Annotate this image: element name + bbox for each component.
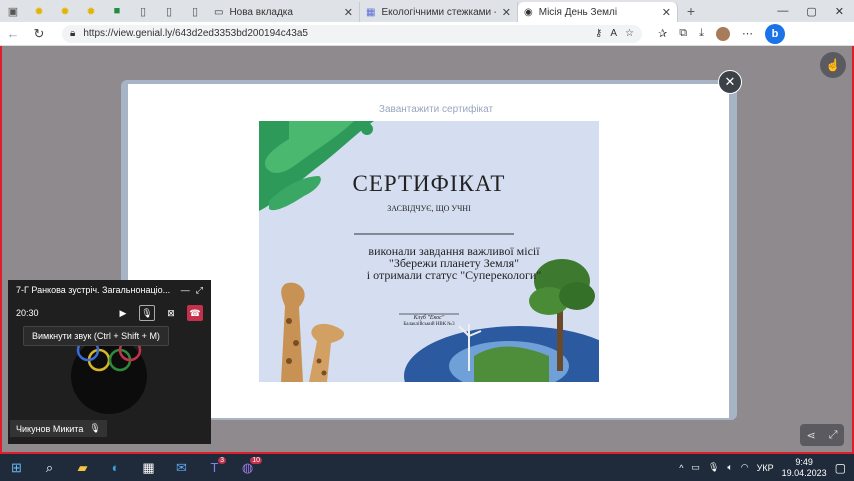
pinned-tab-doc-icon[interactable]: ▯	[130, 0, 156, 22]
taskbar: ⊞ ⌕ ▰ ◐ ▦ ✉ T3 ◍ 10 ^ ▭ 🎙︎ 🔈︎ ◠ УКР 9:49 …	[0, 454, 854, 481]
call-duration: 20:30	[16, 308, 39, 318]
file-explorer-icon[interactable]: ▰	[66, 454, 99, 481]
notifications-icon[interactable]: ▢	[835, 461, 846, 475]
close-window-icon[interactable]: ✕	[835, 5, 844, 18]
participant-name-tag: Чикунов Микита 🎙︎	[10, 420, 107, 437]
close-tab-icon[interactable]: ✕	[344, 6, 353, 19]
collections-icon[interactable]: ⧉	[679, 27, 687, 40]
back-icon[interactable]: ←	[0, 26, 26, 41]
window-menu-icon[interactable]: ▣	[0, 0, 26, 22]
viber-icon[interactable]: ◍ 10	[231, 454, 264, 481]
fullscreen-icon[interactable]: ⤢	[829, 429, 838, 442]
tab-bar: ▣ ✹ ✹ ✹ ■ ▯ ▯ ▯ ▭ Нова вкладка ✕ ▦ Еколо…	[0, 0, 854, 22]
certificate-line3: і отримали статус "Суперекологи"	[366, 268, 542, 282]
store-icon[interactable]: ▦	[132, 454, 165, 481]
favorite-icon[interactable]: ☆	[625, 28, 634, 39]
mail-icon[interactable]: ✉	[165, 454, 198, 481]
pinned-tab-classroom-icon[interactable]: ■	[104, 0, 130, 22]
certificate-modal: Завантажити сертифікат СЕРТИФІКАТ ЗАСВІД…	[128, 84, 729, 418]
lock-icon: 🔒︎	[70, 28, 76, 39]
tab-eco-quest[interactable]: ▦ Екологічними стежками - Квес ✕	[360, 2, 518, 22]
chevron-up-icon[interactable]: ^	[679, 463, 683, 473]
share-icon[interactable]: ⋖	[806, 429, 815, 442]
url-field[interactable]: 🔒︎ https://view.genial.ly/643d2ed3353bd2…	[62, 24, 642, 43]
hand-icon[interactable]: ☝	[820, 52, 846, 78]
certificate-club: Клуб "Екос"	[413, 315, 445, 321]
read-aloud-icon[interactable]: A	[610, 28, 617, 39]
minimize-icon[interactable]: —	[777, 5, 788, 18]
bing-icon[interactable]: b	[764, 23, 785, 44]
new-tab-plus-icon[interactable]: +	[678, 0, 704, 22]
download-certificate-link[interactable]: Завантажити сертифікат	[128, 104, 744, 115]
page-icon: ▭	[214, 6, 224, 18]
start-icon[interactable]: ⊞	[0, 454, 33, 481]
pinned-tab-sun-icon[interactable]: ✹	[52, 0, 78, 22]
search-icon[interactable]: ⌕	[33, 454, 66, 481]
mute-tooltip: Вимкнути звук (Ctrl + Shift + M)	[23, 326, 169, 346]
minimize-call-icon[interactable]: —	[181, 285, 190, 295]
downloads-icon[interactable]: ⤓	[699, 27, 704, 40]
pinned-tab-doc-icon[interactable]: ▯	[156, 0, 182, 22]
volume-icon[interactable]: 🔈︎	[727, 462, 732, 473]
certificate-subtitle: ЗАСВІДЧУЄ, ЩО УЧНІ	[387, 204, 471, 213]
clock[interactable]: 9:49 19.04.2023	[782, 457, 827, 479]
expand-call-icon[interactable]: ⤢	[196, 285, 203, 296]
language-indicator[interactable]: УКР	[757, 463, 774, 473]
pinned-tab-sun-icon[interactable]: ✹	[26, 0, 52, 22]
maximize-icon[interactable]: ▢	[806, 5, 816, 18]
mic-muted-icon: 🎙︎	[89, 423, 101, 433]
camera-off-icon[interactable]: ▶︎	[115, 305, 131, 321]
edge-icon[interactable]: ◐	[99, 454, 132, 481]
address-bar: ← ↻ 🔒︎ https://view.genial.ly/643d2ed335…	[0, 22, 854, 46]
call-title: 7-Г Ранкова зустріч. Загальнонаціо...	[16, 285, 171, 295]
close-modal-button[interactable]: ✕	[718, 70, 742, 94]
tab-new-tab[interactable]: ▭ Нова вкладка ✕	[208, 2, 360, 22]
close-tab-icon[interactable]: ✕	[502, 6, 511, 19]
battery-icon[interactable]: ▭	[691, 462, 700, 473]
chrome-icon: ◉	[524, 6, 533, 18]
refresh-icon[interactable]: ↻	[26, 26, 52, 42]
key-icon[interactable]: ⚷	[595, 28, 602, 39]
certificate-title: СЕРТИФІКАТ	[352, 171, 506, 196]
microphone-icon[interactable]: 🎙︎	[708, 462, 719, 473]
pinned-tab-doc-icon[interactable]: ▯	[182, 0, 208, 22]
certificate-school: Балаклійський НВК №3	[403, 322, 455, 327]
wifi-icon[interactable]: ◠	[741, 462, 749, 473]
favorites-icon[interactable]: ✰	[658, 27, 667, 40]
close-tab-icon[interactable]: ✕	[662, 6, 671, 19]
mic-button[interactable]: 🎙︎	[139, 305, 155, 321]
certificate-image: СЕРТИФІКАТ ЗАСВІДЧУЄ, ЩО УЧНІ виконали з…	[259, 121, 599, 382]
more-icon[interactable]: ⋯	[742, 27, 753, 40]
presentation-controls: ⋖ ⤢	[800, 424, 844, 446]
hang-up-button[interactable]: ☎︎	[187, 305, 203, 321]
pinned-tab-sun-icon[interactable]: ✹	[78, 0, 104, 22]
tab-mission-earth-day[interactable]: ◉ Місія День Землі ✕	[518, 2, 678, 22]
participant-video	[71, 338, 147, 414]
avatar[interactable]	[715, 26, 730, 41]
teams-icon[interactable]: T3	[198, 454, 231, 481]
grid-icon: ▦	[366, 6, 376, 18]
share-screen-icon[interactable]: ⊠	[163, 305, 179, 321]
